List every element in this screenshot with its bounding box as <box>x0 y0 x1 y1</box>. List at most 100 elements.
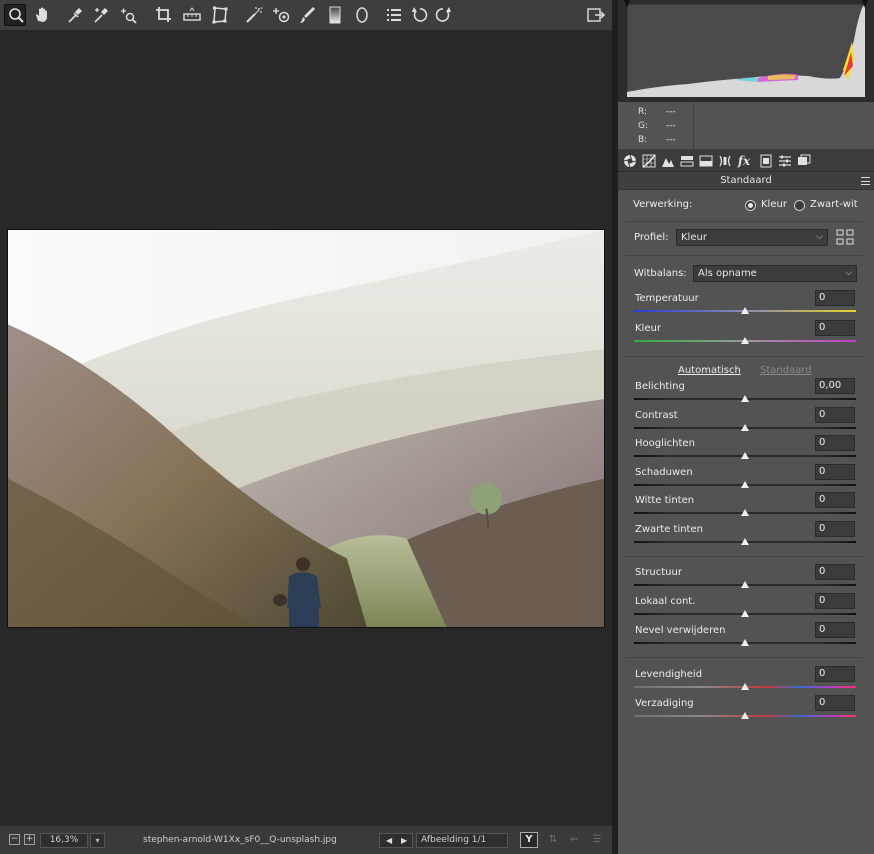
panel-menu-icon[interactable] <box>861 177 870 185</box>
straighten-tool-icon[interactable] <box>181 4 203 26</box>
profile-label: Profiel: <box>634 232 669 243</box>
white-balance-select[interactable]: Als opname ⌵ <box>693 265 857 282</box>
readout-separator <box>693 102 694 149</box>
graduated-filter-icon[interactable] <box>324 4 346 26</box>
toolbar <box>0 0 612 31</box>
tab-lens-corrections[interactable] <box>717 153 733 169</box>
adjustment-brush-icon[interactable] <box>296 4 318 26</box>
crop-tool-icon[interactable] <box>153 4 175 26</box>
zoom-out-button[interactable]: − <box>9 834 20 845</box>
slider-thumb[interactable] <box>741 639 749 646</box>
processing-color-radio[interactable] <box>745 200 756 211</box>
slider-thumb[interactable] <box>741 424 749 431</box>
slider-value-field[interactable]: 0 <box>815 593 855 609</box>
transform-tool-icon[interactable] <box>209 4 231 26</box>
slider-thumb[interactable] <box>741 538 749 545</box>
tab-camera-calibration[interactable] <box>758 153 774 169</box>
default-button[interactable]: Standaard <box>760 365 812 376</box>
slider-value-field[interactable]: 0 <box>815 666 855 682</box>
previous-image-icon[interactable]: ◀ <box>386 834 392 847</box>
processing-bw-radio[interactable] <box>794 200 805 211</box>
separator <box>626 657 862 658</box>
targeted-adjustment-tool-icon[interactable] <box>118 4 140 26</box>
slider-value-field[interactable]: 0 <box>815 464 855 480</box>
slider-value-field[interactable]: 0 <box>815 492 855 508</box>
slider-label: Verzadiging <box>635 698 694 709</box>
image-count-label: Afbeelding 1/1 <box>416 833 508 848</box>
chevron-down-icon: ⌵ <box>816 232 823 242</box>
slider-value-field[interactable]: 0 <box>815 622 855 638</box>
preview-image[interactable] <box>7 229 605 628</box>
image-canvas[interactable] <box>0 31 612 825</box>
slider-value-field[interactable]: 0 <box>815 435 855 451</box>
tab-detail[interactable] <box>660 153 676 169</box>
slider-thumb[interactable] <box>741 712 749 719</box>
red-eye-removal-icon[interactable] <box>270 4 292 26</box>
tab-hsl[interactable] <box>679 153 695 169</box>
panel-tabs: fx <box>618 150 874 172</box>
slider-thumb[interactable] <box>741 307 749 314</box>
preferences-icon[interactable] <box>383 4 405 26</box>
rgb-readout: R: --- G: --- B: --- <box>618 102 874 150</box>
profile-browser-icon[interactable] <box>836 229 854 245</box>
slider-value-field[interactable]: 0 <box>815 564 855 580</box>
tab-tone-curve[interactable] <box>641 153 657 169</box>
zoom-tool-icon[interactable] <box>4 4 26 26</box>
tab-presets[interactable] <box>777 153 793 169</box>
tab-basic[interactable] <box>622 153 638 169</box>
hand-tool-icon[interactable] <box>31 4 53 26</box>
slider-thumb[interactable] <box>741 337 749 344</box>
slider-thumb[interactable] <box>741 683 749 690</box>
slider-label: Belichting <box>635 381 685 392</box>
profile-select-value: Kleur <box>681 232 707 243</box>
slider-value-field[interactable]: 0 <box>815 290 855 306</box>
slider-label: Levendigheid <box>635 669 703 680</box>
zoom-dropdown-button[interactable]: ▾ <box>90 833 105 848</box>
slider-value-field[interactable]: 0 <box>815 320 855 336</box>
white-balance-tool-icon[interactable] <box>64 4 86 26</box>
tab-effects[interactable]: fx <box>736 153 752 169</box>
slider-thumb[interactable] <box>741 395 749 402</box>
tab-split-toning[interactable] <box>698 153 714 169</box>
zoom-in-button[interactable]: + <box>24 834 35 845</box>
profile-select[interactable]: Kleur ⌵ <box>676 229 828 246</box>
slider-value-field[interactable]: 0 <box>815 695 855 711</box>
slider-label: Temperatuur <box>635 293 699 304</box>
zoom-level-field[interactable]: 16,3% <box>40 833 88 848</box>
adjustment-panel: R: --- G: --- B: --- fx Standaard Verwerkin… <box>618 0 874 854</box>
radial-filter-icon[interactable] <box>351 4 373 26</box>
slider-thumb[interactable] <box>741 481 749 488</box>
g-value: --- <box>666 121 676 131</box>
slider-thumb[interactable] <box>741 509 749 516</box>
slider-thumb[interactable] <box>741 610 749 617</box>
slider-value-field[interactable]: 0 <box>815 521 855 537</box>
before-after-toggle-button[interactable]: Y <box>520 832 538 848</box>
toggle-settings-icon[interactable]: ☰ <box>589 833 605 847</box>
tab-snapshots[interactable] <box>796 153 812 169</box>
section-title: Standaard <box>618 172 874 190</box>
next-image-icon[interactable]: ▶ <box>401 834 407 847</box>
separator <box>626 556 862 557</box>
copy-settings-icon[interactable]: ⇐ <box>566 833 582 847</box>
status-bar: − + 16,3% ▾ stephen-arnold-W1Xx_sF0__Q-u… <box>0 825 612 854</box>
r-label: R: <box>638 107 648 117</box>
g-label: G: <box>638 121 649 131</box>
slider-value-field[interactable]: 0 <box>815 407 855 423</box>
toggle-fullscreen-icon[interactable] <box>585 4 607 26</box>
rotate-ccw-icon[interactable] <box>409 4 431 26</box>
processing-color-label[interactable]: Kleur <box>761 199 787 210</box>
slider-thumb[interactable] <box>741 452 749 459</box>
separator <box>626 356 862 357</box>
image-navigation: ◀ ▶ <box>379 833 413 848</box>
color-sampler-tool-icon[interactable] <box>90 4 112 26</box>
slider-label: Structuur <box>635 567 682 578</box>
rotate-cw-icon[interactable] <box>432 4 454 26</box>
auto-button[interactable]: Automatisch <box>678 365 741 376</box>
separator <box>626 255 862 256</box>
processing-label: Verwerking: <box>633 199 693 210</box>
spot-removal-tool-icon[interactable] <box>243 4 265 26</box>
processing-bw-label[interactable]: Zwart-wit <box>810 199 858 210</box>
slider-value-field[interactable]: 0,00 <box>815 378 855 394</box>
slider-thumb[interactable] <box>741 581 749 588</box>
swap-before-after-icon[interactable]: ⇅ <box>545 833 561 847</box>
